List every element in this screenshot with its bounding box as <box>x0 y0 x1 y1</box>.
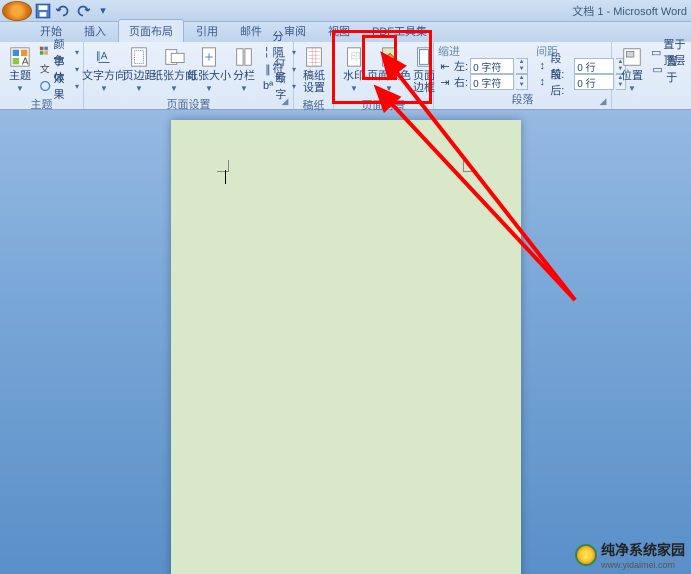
tab-view[interactable]: 视图 <box>318 20 360 42</box>
svg-text:∥A: ∥A <box>96 51 108 62</box>
redo-icon[interactable] <box>74 2 92 20</box>
send-back-icon: ▭ <box>651 62 664 76</box>
document-area[interactable] <box>0 110 691 574</box>
margins-button[interactable]: 页边距▼ <box>123 44 155 95</box>
size-button[interactable]: 纸张大小▼ <box>193 44 225 95</box>
text-direction-icon: ∥A <box>93 46 115 68</box>
group-gaozhi: 稿纸 设置 稿纸 <box>294 42 334 109</box>
window-title: 文档 1 - Microsoft Word <box>572 3 687 19</box>
watermark-name: 纯净系统家园 <box>601 540 685 560</box>
gaozhi-icon <box>303 46 325 68</box>
group-label-arrange <box>616 95 687 109</box>
indent-left-icon: ⇤ <box>438 59 452 73</box>
page-canvas[interactable] <box>171 120 521 574</box>
indent-left-input[interactable]: 0 字符 <box>470 58 514 74</box>
margin-marker-tl <box>217 160 229 172</box>
qat-dropdown-icon[interactable]: ▾ <box>94 2 112 20</box>
page-color-button[interactable]: 页面颜色▼ <box>373 44 405 95</box>
themes-button[interactable]: A 主题 ▼ <box>4 44 36 95</box>
themes-label: 主题 <box>9 70 31 82</box>
group-arrange: 位置▼ ▭置于顶层 ▭置于 <box>612 42 691 109</box>
watermark-url: www.yidaimei.com <box>601 560 685 570</box>
ribbon-tabstrip: 开始 插入 页面布局 引用 邮件 审阅 视图 PDF工具集 <box>0 22 691 42</box>
send-back-button[interactable]: ▭置于 <box>651 61 687 77</box>
margin-marker-tr <box>463 160 475 172</box>
position-button[interactable]: 位置▼ <box>616 44 648 95</box>
theme-effects-button[interactable]: 效果▾ <box>39 78 79 94</box>
colors-icon <box>39 45 51 59</box>
orientation-button[interactable]: 纸张方向▼ <box>158 44 190 95</box>
gaozhi-button[interactable]: 稿纸 设置 <box>298 44 330 96</box>
undo-icon[interactable] <box>54 2 72 20</box>
quick-access-toolbar: ▾ <box>34 2 112 20</box>
site-watermark: ↓ 纯净系统家园 www.yidaimei.com <box>575 540 685 570</box>
page-color-icon <box>378 46 400 68</box>
page-border-icon <box>413 46 435 68</box>
group-page-background: 印水印▼ 页面颜色▼ 页面 边框 页面背景 <box>334 42 434 109</box>
margins-icon <box>128 46 150 68</box>
ribbon: A 主题 ▼ 颜色▾ 文字体▾ 效果▾ 主题 ∥A文字方向▼ 页边距▼ 纸张方向… <box>0 42 691 110</box>
office-button[interactable] <box>2 1 32 21</box>
space-after-icon: ↕ <box>536 75 548 89</box>
page-setup-launcher[interactable]: ◢ <box>279 96 291 108</box>
indent-right-spinner[interactable]: ▲▼ <box>516 74 528 90</box>
text-cursor <box>225 170 226 184</box>
group-themes: A 主题 ▼ 颜色▾ 文字体▾ 效果▾ 主题 <box>0 42 84 109</box>
fonts-icon: 文 <box>39 62 51 76</box>
tab-pdf-tools[interactable]: PDF工具集 <box>362 20 437 42</box>
group-page-setup: ∥A文字方向▼ 页边距▼ 纸张方向▼ 纸张大小▼ 分栏▼ ¦分隔符▾ ∥行号▾ … <box>84 42 294 109</box>
space-after-input[interactable]: 0 行 <box>574 74 613 90</box>
position-icon <box>621 46 643 68</box>
paragraph-launcher[interactable]: ◢ <box>597 96 609 108</box>
svg-text:印: 印 <box>350 51 360 63</box>
indent-right-icon: ⇥ <box>438 75 452 89</box>
tab-page-layout[interactable]: 页面布局 <box>118 19 184 42</box>
svg-text:文: 文 <box>40 63 50 76</box>
indent-right-row: ⇥ 右: 0 字符 ▲▼ <box>438 74 528 90</box>
indent-right-input[interactable]: 0 字符 <box>470 74 514 90</box>
size-icon <box>198 46 220 68</box>
effects-icon <box>39 79 51 93</box>
columns-icon <box>233 46 255 68</box>
themes-icon: A <box>9 46 31 68</box>
tab-mailings[interactable]: 邮件 <box>230 20 272 42</box>
line-num-icon: ∥ <box>263 62 273 76</box>
indent-left-row: ⇤ 左: 0 字符 ▲▼ <box>438 58 528 74</box>
indent-left-spinner[interactable]: ▲▼ <box>516 58 528 74</box>
columns-button[interactable]: 分栏▼ <box>228 44 260 95</box>
orientation-icon <box>163 46 185 68</box>
bring-front-icon: ▭ <box>651 45 661 59</box>
space-before-input[interactable]: 0 行 <box>574 58 613 74</box>
tab-insert[interactable]: 插入 <box>74 20 116 42</box>
chevron-down-icon: ▼ <box>16 84 24 93</box>
watermark-icon: 印 <box>343 46 365 68</box>
watermark-logo-icon: ↓ <box>575 544 597 566</box>
tab-references[interactable]: 引用 <box>186 20 228 42</box>
group-paragraph: 缩进 ⇤ 左: 0 字符 ▲▼ ⇥ 右: 0 字符 ▲▼ 间距 ↕ <box>434 42 612 109</box>
indent-heading: 缩进 <box>438 44 528 58</box>
title-bar: ▾ 文档 1 - Microsoft Word <box>0 0 691 22</box>
svg-text:A: A <box>22 56 29 67</box>
group-label-paragraph: 段落 <box>438 90 607 108</box>
save-icon[interactable] <box>34 2 52 20</box>
watermark-button[interactable]: 印水印▼ <box>338 44 370 95</box>
hyphenation-button[interactable]: bª断字▾ <box>263 78 296 94</box>
hyphen-icon: bª <box>263 79 273 93</box>
space-before-icon: ↕ <box>536 59 548 73</box>
breaks-icon: ¦ <box>263 45 270 59</box>
text-direction-button[interactable]: ∥A文字方向▼ <box>88 44 120 95</box>
